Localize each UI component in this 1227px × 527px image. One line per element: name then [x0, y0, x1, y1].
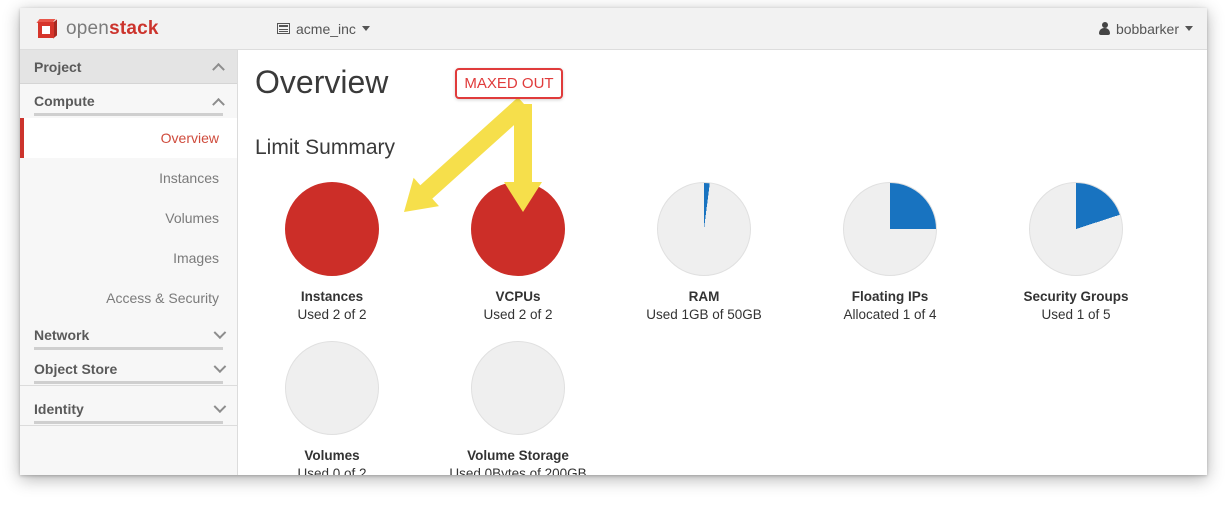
quota-name-security-groups: Security Groups — [1023, 289, 1129, 304]
top-navbar: openstack acme_inc bobbarker — [20, 8, 1207, 50]
caret-down-icon — [1185, 26, 1193, 31]
page-title: Overview — [255, 64, 389, 100]
sidebar-item-images[interactable]: Images — [20, 238, 237, 278]
sidebar: Project Compute Overview Instances Volum… — [20, 50, 238, 475]
quota-card-floating-ips[interactable]: Floating IPs Allocated 1 of 4 — [797, 182, 983, 324]
brand-text: openstack — [66, 18, 159, 40]
caret-down-icon — [361, 26, 370, 31]
quota-usage-instances: Used 2 of 2 — [297, 307, 367, 322]
openstack-brand[interactable]: openstack — [36, 16, 159, 42]
person-icon — [1098, 22, 1110, 35]
sidebar-group-compute[interactable]: Compute — [20, 84, 237, 118]
project-selector[interactable]: acme_inc — [263, 8, 384, 49]
quota-name-volume-storage: Volume Storage — [467, 448, 569, 463]
sidebar-group-identity-label: Identity — [34, 401, 84, 417]
pie-chart-security-groups — [1029, 182, 1123, 276]
pie-chart-volumes — [285, 341, 379, 435]
sidebar-item-overview[interactable]: Overview — [20, 118, 237, 158]
quota-usage-security-groups: Used 1 of 5 — [1041, 307, 1111, 322]
quota-name-volumes: Volumes — [304, 448, 360, 463]
quota-card-volume-storage[interactable]: Volume Storage Used 0Bytes of 200GB — [425, 341, 611, 475]
section-title: Limit Summary — [255, 136, 396, 159]
pie-chart-volume-storage — [471, 341, 565, 435]
pie-chart-floating-ips — [843, 182, 937, 276]
brand-open-text: open — [66, 18, 110, 39]
quota-card-volumes[interactable]: Volumes Used 0 of 2 — [239, 341, 425, 475]
quota-card-instances[interactable]: Instances Used 2 of 2 — [239, 182, 425, 324]
chevron-down-icon — [213, 359, 227, 373]
annotation-label: MAXED OUT — [464, 75, 554, 92]
sidebar-item-volumes-label: Volumes — [165, 210, 219, 226]
sidebar-item-access-and-security[interactable]: Access & Security — [20, 278, 237, 318]
sidebar-item-overview-label: Overview — [160, 130, 219, 146]
chevron-up-icon — [212, 62, 225, 76]
browser-window: openstack acme_inc bobbarker Project Com… — [20, 8, 1207, 475]
pie-chart-ram — [657, 182, 751, 276]
pie-chart-instances — [285, 182, 379, 276]
user-menu[interactable]: bobbarker — [1098, 8, 1193, 49]
quota-name-floating-ips: Floating IPs — [851, 289, 929, 304]
sidebar-group-object-store-label: Object Store — [34, 361, 118, 377]
quota-usage-ram: Used 1GB of 50GB — [646, 307, 762, 322]
sidebar-group-network-label: Network — [34, 327, 90, 343]
openstack-cube-icon — [36, 18, 58, 40]
quota-card-vcpus[interactable]: VCPUs Used 2 of 2 — [425, 182, 611, 324]
quota-usage-floating-ips: Allocated 1 of 4 — [843, 307, 937, 322]
main-content: Overview Limit Summary Instances Used 2 … — [239, 50, 1207, 475]
sidebar-group-project-label: Project — [34, 58, 82, 75]
user-menu-label: bobbarker — [1115, 20, 1179, 37]
annotation-maxed-out: MAXED OUT — [455, 68, 563, 99]
quota-name-ram: RAM — [688, 289, 720, 304]
quota-card-ram[interactable]: RAM Used 1GB of 50GB — [611, 182, 797, 324]
chevron-down-icon — [213, 325, 227, 339]
brand-stack-text: stack — [109, 18, 159, 39]
quota-usage-vcpus: Used 2 of 2 — [483, 307, 553, 322]
sidebar-item-access-security-label: Access & Security — [106, 290, 219, 306]
project-selector-label: acme_inc — [296, 20, 356, 37]
sidebar-group-identity[interactable]: Identity — [20, 392, 237, 426]
sidebar-item-images-label: Images — [173, 250, 219, 266]
pie-chart-vcpus — [471, 182, 565, 276]
chevron-down-icon — [213, 399, 227, 413]
quota-name-vcpus: VCPUs — [495, 289, 541, 304]
sidebar-item-volumes[interactable]: Volumes — [20, 198, 237, 238]
project-list-icon — [277, 23, 290, 34]
sidebar-item-instances-label: Instances — [159, 170, 219, 186]
quota-name-instances: Instances — [300, 289, 364, 304]
sidebar-group-object-store[interactable]: Object Store — [20, 352, 237, 386]
chevron-up-icon — [212, 97, 225, 111]
quota-usage-volumes: Used 0 of 2 — [297, 466, 367, 475]
sidebar-group-compute-label: Compute — [34, 93, 95, 109]
quota-usage-volume-storage: Used 0Bytes of 200GB — [449, 466, 587, 475]
sidebar-item-instances[interactable]: Instances — [20, 158, 237, 198]
quota-card-security-groups[interactable]: Security Groups Used 1 of 5 — [983, 182, 1169, 324]
sidebar-group-network[interactable]: Network — [20, 318, 237, 352]
sidebar-group-project[interactable]: Project — [20, 50, 237, 84]
